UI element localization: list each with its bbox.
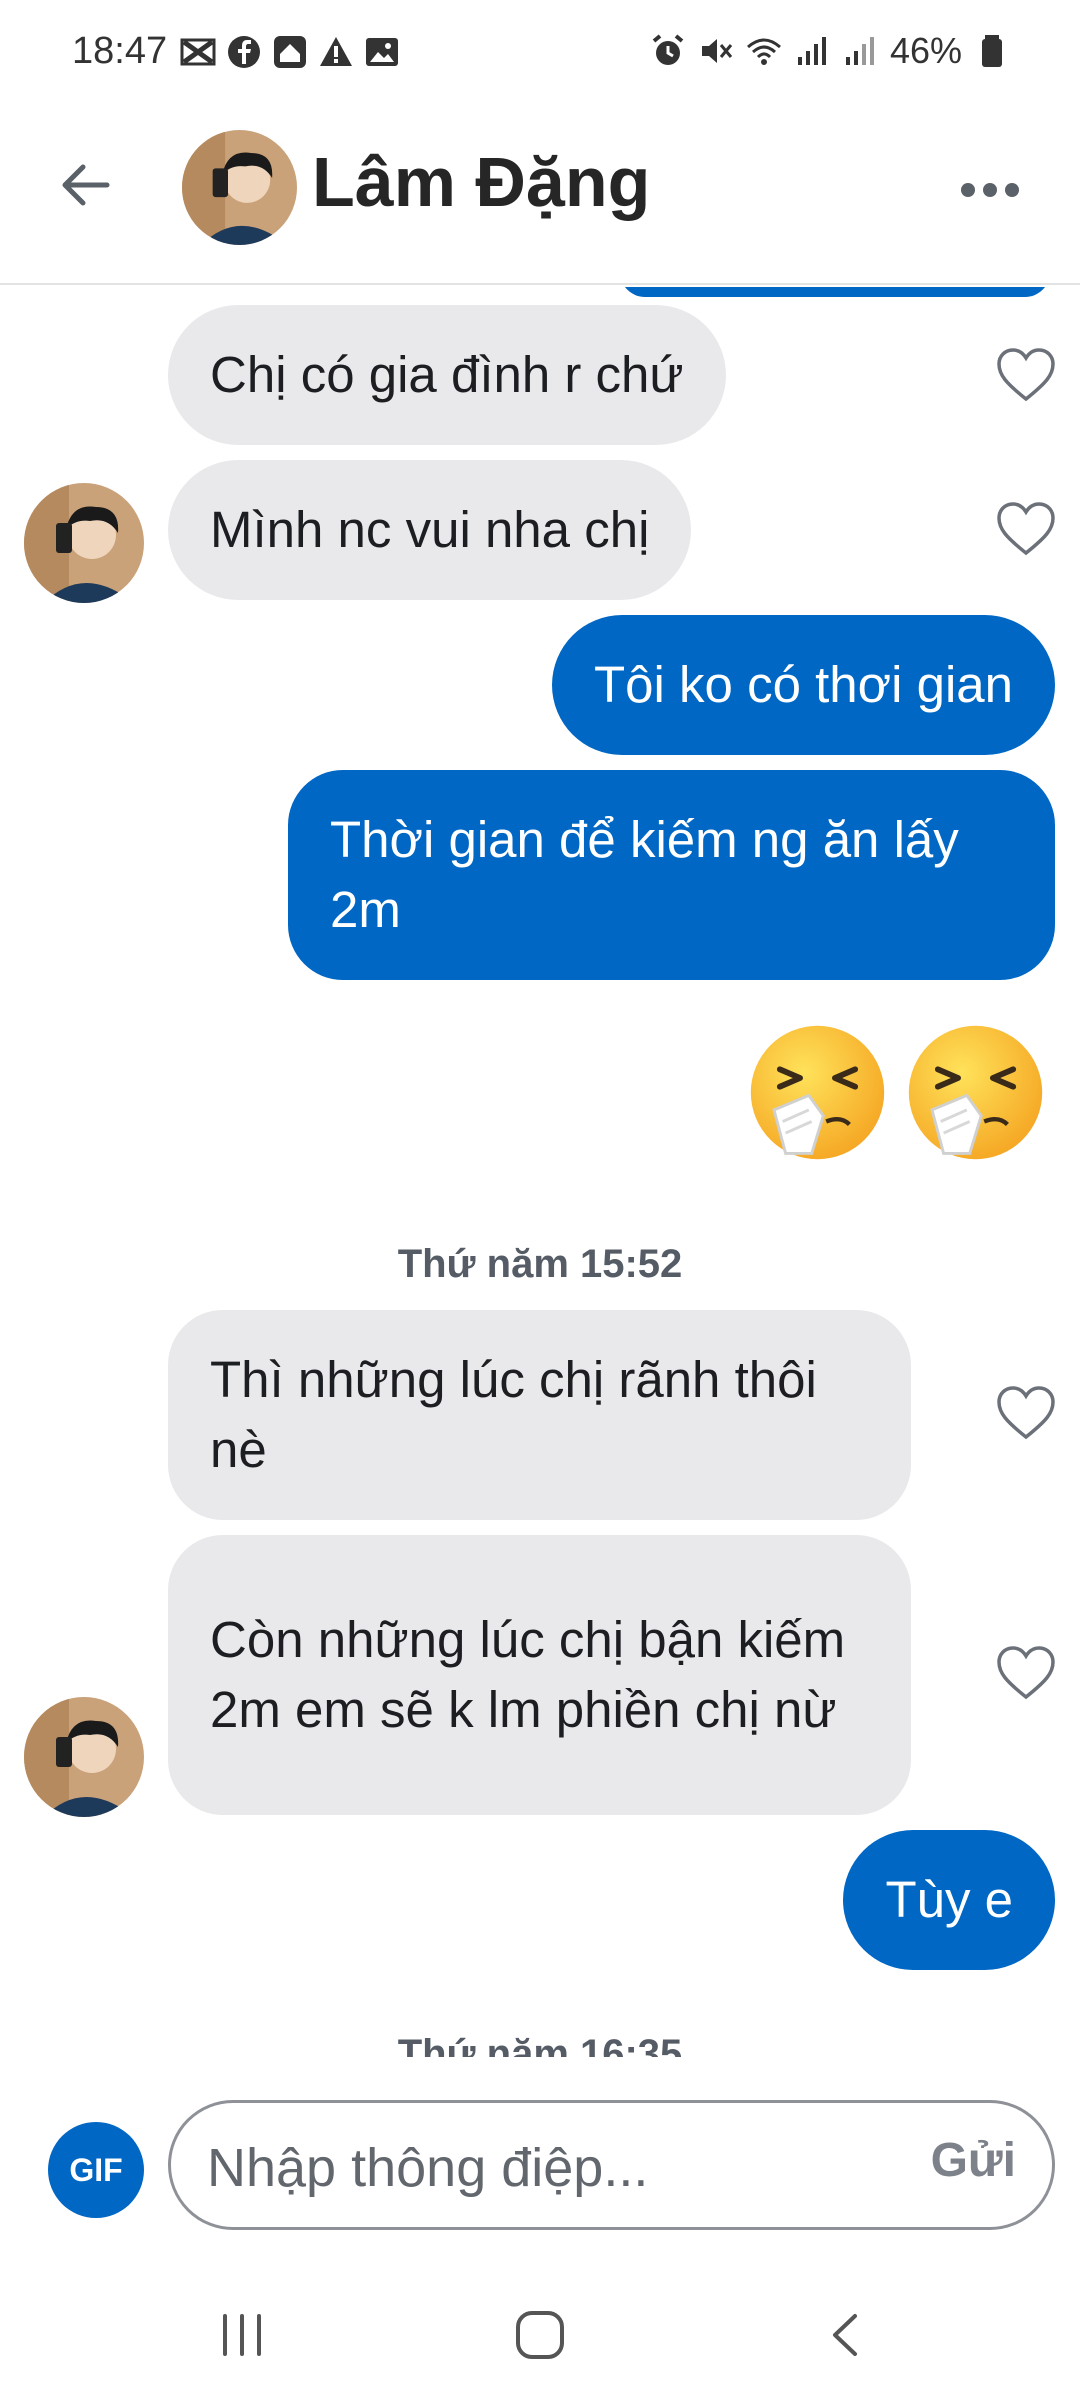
message-text: Còn những lúc chị bận kiếm 2m em sẽ k lm… [210, 1611, 846, 1738]
message-text: Chị có gia đình r chứ [210, 346, 684, 403]
avatar-photo [24, 483, 144, 603]
contact-name[interactable]: Lâm Đặng [312, 142, 650, 222]
avatar-photo [24, 1697, 144, 1817]
message-input-container[interactable]: Gửi [168, 2100, 1055, 2230]
message-bubble-outgoing[interactable]: Thời gian để kiếm ng ăn lấy 2m [288, 770, 1055, 980]
send-button[interactable]: Gửi [931, 2133, 1016, 2188]
heart-icon[interactable] [996, 1385, 1056, 1441]
composer: GIF Gửi [0, 2057, 1080, 2257]
message-input[interactable] [207, 2128, 847, 2208]
capcut-icon [180, 38, 216, 66]
message-text: Thời gian để kiếm ng ăn lấy 2m [330, 811, 959, 938]
avatar-photo [182, 130, 297, 245]
previous-message-bubble[interactable] [620, 287, 1050, 297]
chevron-left-icon [833, 2314, 857, 2356]
message-bubble-incoming[interactable]: Chị có gia đình r chứ [168, 305, 726, 445]
status-time: 18:47 [72, 30, 168, 72]
emoji-message[interactable] [745, 1020, 1060, 1170]
system-status: 46% [650, 30, 1010, 72]
sneezing-face-emoji [750, 1025, 885, 1160]
more-options-button[interactable] [945, 150, 1035, 230]
recent-apps-icon [223, 2314, 261, 2356]
home-icon [516, 2311, 564, 2359]
sender-avatar[interactable] [24, 483, 144, 603]
message-text: Tùy e [885, 1871, 1013, 1928]
sneezing-face-emoji [908, 1025, 1043, 1160]
heart-icon[interactable] [996, 347, 1056, 403]
contact-avatar[interactable] [182, 130, 297, 245]
warning-icon [320, 37, 352, 66]
battery-icon [982, 35, 1002, 67]
battery-percent: 46% [889, 30, 962, 71]
home-button[interactable] [500, 2295, 580, 2375]
arrow-left-icon [62, 164, 110, 206]
mute-icon [701, 39, 733, 63]
facebook-icon [228, 36, 260, 68]
message-list[interactable]: Chị có gia đình r chứ Mình nc vui nha ch… [0, 287, 1080, 2057]
back-nav-button[interactable] [806, 2295, 886, 2375]
message-bubble-outgoing[interactable]: Tôi ko có thơi gian [552, 615, 1055, 755]
image-icon [366, 38, 398, 66]
gif-button[interactable]: GIF [48, 2122, 144, 2218]
heart-icon[interactable] [996, 501, 1056, 557]
back-button[interactable] [45, 145, 125, 225]
message-text: Tôi ko có thơi gian [594, 656, 1013, 713]
heart-icon[interactable] [996, 1645, 1056, 1701]
more-horizontal-icon [961, 183, 1019, 197]
message-bubble-incoming[interactable]: Mình nc vui nha chị [168, 460, 692, 600]
wifi-icon [746, 38, 781, 65]
signal-icon-2 [845, 37, 874, 65]
signal-icon [797, 37, 826, 65]
date-separator: Thứ năm 16:35 [397, 2032, 683, 2057]
status-bar: 18:47 46% [0, 0, 1080, 100]
message-bubble-outgoing[interactable]: Tùy e [843, 1830, 1055, 1970]
notification-icons [180, 34, 400, 70]
system-navigation-bar [0, 2260, 1080, 2400]
message-bubble-incoming[interactable]: Thì những lúc chị rãnh thôi nè [168, 1310, 911, 1520]
alarm-icon [652, 34, 684, 65]
message-text: Thì những lúc chị rãnh thôi nè [210, 1351, 817, 1478]
message-text: Mình nc vui nha chị [210, 501, 650, 558]
date-separator: Thứ năm 15:52 [397, 1242, 683, 1286]
recent-apps-button[interactable] [202, 2295, 282, 2375]
home-app-icon [274, 36, 306, 68]
chat-header: Lâm Đặng [0, 100, 1080, 285]
message-bubble-incoming[interactable]: Còn những lúc chị bận kiếm 2m em sẽ k lm… [168, 1535, 911, 1815]
sender-avatar[interactable] [24, 1697, 144, 1817]
